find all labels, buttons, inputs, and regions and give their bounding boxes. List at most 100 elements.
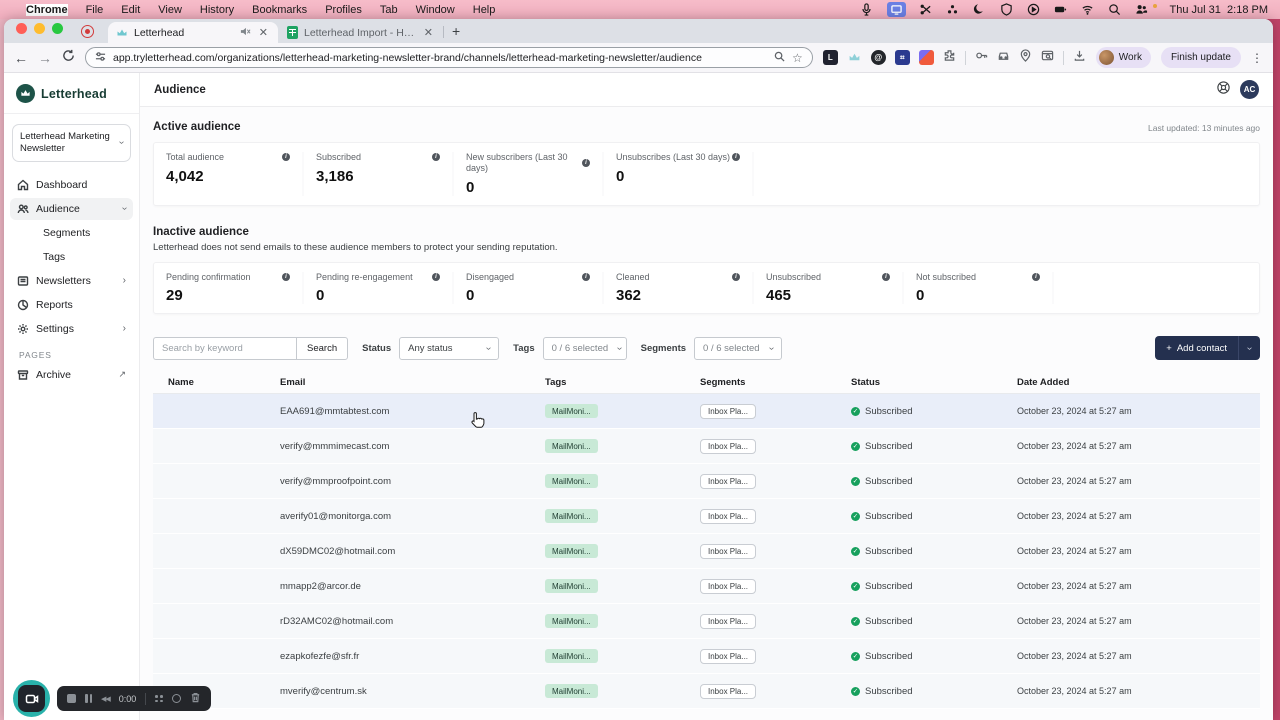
menu-item-help[interactable]: Help xyxy=(473,4,496,16)
screen-share-icon[interactable] xyxy=(886,2,906,17)
wifi-icon[interactable] xyxy=(1081,3,1095,17)
new-tab-button[interactable]: + xyxy=(452,23,460,39)
recording-indicator-icon[interactable] xyxy=(81,25,94,38)
segment-chip[interactable]: Inbox Pla... xyxy=(700,438,757,454)
table-row[interactable]: averify01@monitorga.com MailMoni... Inbox … xyxy=(153,499,1260,535)
segment-chip[interactable]: Inbox Pla... xyxy=(700,543,757,559)
segment-chip[interactable]: Inbox Pla... xyxy=(700,613,757,629)
stop-recording-button[interactable] xyxy=(67,694,76,703)
tag-chip[interactable]: MailMoni... xyxy=(545,544,598,559)
bookmark-star-icon[interactable]: ☆ xyxy=(792,52,803,64)
info-icon[interactable]: i xyxy=(432,153,440,162)
extensions-puzzle-icon[interactable] xyxy=(943,49,956,67)
search-button[interactable]: Search xyxy=(296,336,349,360)
table-row[interactable]: verify@mmmimecast.com MailMoni... Inbox Pl… xyxy=(153,429,1260,465)
delete-recording-icon[interactable] xyxy=(190,690,201,708)
address-bar[interactable]: app.tryletterhead.com/organizations/lett… xyxy=(85,47,813,68)
spotlight-search-icon[interactable] xyxy=(1108,3,1122,17)
extension-icon-letterhead[interactable] xyxy=(847,50,862,65)
play-circle-icon[interactable] xyxy=(1027,3,1041,17)
tag-chip[interactable]: MailMoni... xyxy=(545,439,598,454)
tab-letterhead-import[interactable]: Letterhead Import - How To ✕ xyxy=(278,22,443,43)
effects-icon[interactable] xyxy=(172,694,182,703)
car-icon[interactable] xyxy=(997,49,1010,67)
user-avatar[interactable]: AC xyxy=(1240,80,1259,99)
info-icon[interactable]: i xyxy=(282,272,290,281)
tag-chip[interactable]: MailMoni... xyxy=(545,684,598,699)
segment-chip[interactable]: Inbox Pla... xyxy=(700,578,757,594)
tab-letterhead[interactable]: Letterhead ✕ xyxy=(108,22,278,43)
menu-item-bookmarks[interactable]: Bookmarks xyxy=(252,4,307,16)
sidebar-item-archive[interactable]: Archive ↗ xyxy=(10,364,133,386)
table-row[interactable]: EAA691@mmtabtest.com MailMoni... Inbox Pla… xyxy=(153,394,1260,430)
info-icon[interactable]: i xyxy=(1032,272,1040,281)
tag-chip[interactable]: MailMoni... xyxy=(545,404,598,419)
forward-button[interactable]: → xyxy=(38,50,52,66)
segment-chip[interactable]: Inbox Pla... xyxy=(700,403,757,419)
location-pin-icon[interactable] xyxy=(1019,48,1032,67)
moon-icon[interactable] xyxy=(973,3,987,17)
info-icon[interactable]: i xyxy=(282,153,290,162)
search-input[interactable] xyxy=(153,336,296,360)
tag-chip[interactable]: MailMoni... xyxy=(545,649,598,664)
table-row[interactable]: rD32AMC02@hotmail.com MailMoni... Inbox Pl… xyxy=(153,604,1260,640)
help-icon[interactable] xyxy=(1216,80,1231,100)
asterism-icon[interactable] xyxy=(946,3,960,17)
sidebar-item-settings[interactable]: Settings › xyxy=(10,318,133,340)
status-select[interactable]: Any status › xyxy=(399,336,500,360)
add-contact-dropdown-button[interactable]: › xyxy=(1238,336,1260,361)
tab-close-icon[interactable]: ✕ xyxy=(257,26,270,39)
segment-chip[interactable]: Inbox Pla... xyxy=(700,683,757,699)
info-icon[interactable]: i xyxy=(732,153,740,162)
sidebar-item-segments[interactable]: Segments xyxy=(10,222,133,244)
segment-chip[interactable]: Inbox Pla... xyxy=(700,508,757,524)
fast-user-switch-icon[interactable] xyxy=(1135,3,1149,17)
info-icon[interactable]: i xyxy=(882,272,890,281)
table-row[interactable]: verify@mmproofpoint.com MailMoni... Inbox … xyxy=(153,464,1260,500)
segment-chip[interactable]: Inbox Pla... xyxy=(700,648,757,664)
back-button[interactable]: ← xyxy=(14,50,28,66)
browser-search-icon[interactable] xyxy=(1041,49,1054,67)
tags-select[interactable]: 0 / 6 selected › xyxy=(542,336,627,360)
battery-icon[interactable] xyxy=(1054,3,1068,17)
menu-item-window[interactable]: Window xyxy=(416,4,455,16)
close-window-button[interactable] xyxy=(16,22,27,34)
menu-item-edit[interactable]: Edit xyxy=(121,4,140,16)
site-settings-icon[interactable] xyxy=(95,49,106,67)
table-row[interactable]: dX59DMC02@hotmail.com MailMoni... Inbox Pl… xyxy=(153,534,1260,570)
finish-update-button[interactable]: Finish update xyxy=(1160,47,1241,68)
menu-item-file[interactable]: File xyxy=(86,4,104,16)
menu-item-chrome[interactable]: Chrome xyxy=(26,3,68,16)
extension-icon-1[interactable]: L xyxy=(822,50,838,65)
restart-recording-icon[interactable]: ◀◀ xyxy=(101,695,111,703)
tag-chip[interactable]: MailMoni... xyxy=(545,474,598,489)
info-icon[interactable]: i xyxy=(582,158,590,167)
camera-bubble[interactable] xyxy=(13,680,50,717)
extension-icon-4[interactable]: ⌗ xyxy=(894,50,910,65)
menu-item-tab[interactable]: Tab xyxy=(380,4,398,16)
downloads-icon[interactable] xyxy=(1073,49,1086,67)
profile-chip[interactable]: Work xyxy=(1095,47,1151,68)
extension-icon-5[interactable] xyxy=(918,50,934,65)
info-icon[interactable]: i xyxy=(582,272,590,281)
tab-muted-speaker-icon[interactable] xyxy=(240,26,251,40)
sidebar-item-tags[interactable]: Tags xyxy=(10,246,133,268)
minimize-window-button[interactable] xyxy=(34,22,45,34)
add-contact-button[interactable]: + Add contact xyxy=(1155,336,1238,361)
microphone-icon[interactable] xyxy=(860,3,874,17)
tab-close-icon[interactable]: ✕ xyxy=(422,26,435,39)
newsletter-selector[interactable]: Letterhead Marketing Newsletter › xyxy=(12,124,131,162)
key-icon[interactable] xyxy=(975,49,988,67)
menu-item-view[interactable]: View xyxy=(158,4,182,16)
brand-logo-row[interactable]: Letterhead xyxy=(4,73,139,114)
segment-chip[interactable]: Inbox Pla... xyxy=(700,473,757,489)
browser-menu-icon[interactable]: ⋮ xyxy=(1251,51,1263,65)
segments-select[interactable]: 0 / 6 selected › xyxy=(694,336,783,360)
tag-chip[interactable]: MailMoni... xyxy=(545,614,598,629)
sidebar-item-newsletters[interactable]: Newsletters › xyxy=(10,270,133,292)
table-row[interactable]: mverify@centrum.sk MailMoni... Inbox Pla..… xyxy=(153,674,1260,710)
info-icon[interactable]: i xyxy=(732,272,740,281)
table-row[interactable]: ezapkofezfe@sfr.fr MailMoni... Inbox Pla..… xyxy=(153,639,1260,675)
zoom-window-button[interactable] xyxy=(52,22,63,34)
sidebar-item-dashboard[interactable]: Dashboard xyxy=(10,174,133,196)
